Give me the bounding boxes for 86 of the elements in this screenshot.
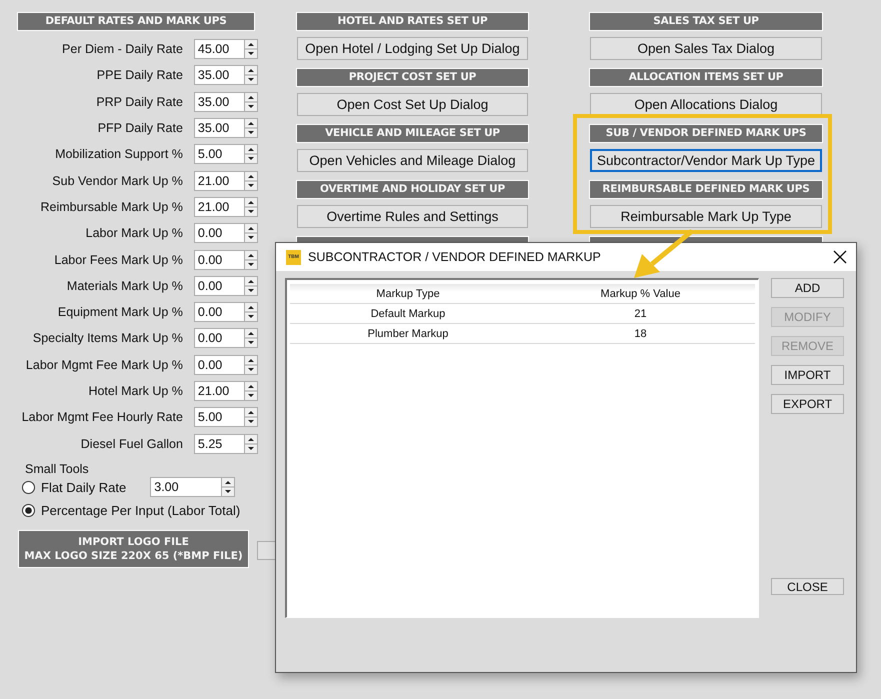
table-cell-text: 21	[633, 308, 648, 320]
dialog-button[interactable]: Open Sales Tax Dialog	[590, 37, 822, 60]
number-field[interactable]: 21.00	[194, 196, 244, 217]
dialog-button[interactable]: Reimbursable Mark Up Type	[590, 205, 822, 228]
dialog-button[interactable]: Subcontractor/Vendor Mark Up Type	[590, 149, 822, 172]
table-cell-text: Plumber Markup	[366, 328, 450, 340]
spin-button[interactable]	[244, 302, 258, 322]
dialog-button[interactable]: Open Allocations Dialog	[590, 93, 822, 116]
number-field[interactable]: 5.25	[194, 434, 244, 454]
number-field[interactable]: 0.00	[194, 302, 244, 322]
section-header: HOTEL AND RATES SET UP	[297, 13, 528, 30]
number-field[interactable]: 0.00	[194, 250, 244, 270]
close-button[interactable]: CLOSE	[771, 578, 844, 595]
dialog-button[interactable]: Overtime Rules and Settings	[297, 205, 528, 228]
callout-arrow	[634, 229, 694, 278]
number-field[interactable]: 35.00	[194, 118, 244, 138]
section-header: SUB / VENDOR DEFINED MARK UPS	[590, 125, 822, 142]
field-label: Specialty Items Mark Up %	[32, 331, 183, 346]
column-header: Markup % Value	[600, 288, 682, 300]
number-field[interactable]: 45.00	[194, 39, 244, 60]
field-label: Reimbursable Mark Up %	[40, 200, 183, 214]
spin-button[interactable]	[221, 477, 236, 498]
field-label: Labor Mgmt Fee Hourly Rate	[20, 410, 183, 424]
spin-button[interactable]	[244, 118, 258, 138]
close-icon[interactable]	[832, 249, 848, 265]
radio-button[interactable]	[22, 504, 35, 517]
dialog-button[interactable]: ADD	[771, 278, 844, 298]
field-label: Diesel Fuel Gallon	[80, 436, 183, 451]
dialog-button[interactable]: Open Cost Set Up Dialog	[297, 93, 528, 116]
field-label: Mobilization Support %	[54, 147, 183, 162]
field-label: PPE Daily Rate	[96, 68, 183, 82]
dialog-title: SUBCONTRACTOR / VENDOR DEFINED MARKUP	[308, 250, 601, 264]
field-label: Labor Mgmt Fee Mark Up %	[24, 358, 183, 372]
spin-button[interactable]	[244, 144, 258, 164]
dialog-button[interactable]: Open Vehicles and Mileage Dialog	[297, 149, 528, 172]
number-field[interactable]: 35.00	[194, 92, 244, 112]
field-label: PRP Daily Rate	[95, 94, 183, 109]
spin-button[interactable]	[244, 354, 258, 375]
section-header: SALES TAX SET UP	[590, 13, 822, 30]
field-label: Equipment Mark Up %	[56, 305, 183, 320]
radio-label: Flat Daily Rate	[41, 480, 126, 495]
section-header: PROJECT COST SET UP	[297, 69, 528, 86]
spin-button[interactable]	[244, 328, 258, 348]
import-logo-button[interactable]: IMPORT LOGO FILE MAX LOGO SIZE 220X 65 (*BMP FILE)	[18, 530, 249, 568]
radio-label: Percentage Per Input (Labor Total)	[41, 502, 240, 518]
number-field[interactable]: 0.00	[194, 354, 244, 375]
number-field[interactable]: 5.00	[194, 144, 244, 164]
table-cell-text: Default Markup	[370, 308, 446, 320]
number-field[interactable]: 21.00	[194, 170, 244, 191]
number-field[interactable]: 35.00	[194, 65, 244, 86]
dialog-button[interactable]: IMPORT	[771, 365, 844, 385]
spin-button[interactable]	[244, 250, 258, 270]
spin-button[interactable]	[244, 170, 258, 191]
spin-button[interactable]	[244, 381, 258, 401]
section-header: OVERTIME AND HOLIDAY SET UP	[297, 181, 528, 198]
spin-button[interactable]	[244, 92, 258, 112]
section-header: VEHICLE AND MILEAGE SET UP	[297, 125, 528, 142]
spin-button[interactable]	[244, 434, 258, 454]
number-field[interactable]: 0.00	[194, 328, 244, 348]
spin-button[interactable]	[244, 223, 258, 244]
dialog-button[interactable]: EXPORT	[771, 394, 844, 414]
number-field[interactable]: 0.00	[194, 276, 244, 296]
field-label: Materials Mark Up %	[66, 278, 183, 293]
number-field[interactable]: 5.00	[194, 407, 244, 428]
field-label: Labor Mark Up %	[84, 226, 183, 240]
field-label: Labor Fees Mark Up %	[53, 252, 183, 267]
number-field[interactable]: 3.00	[150, 477, 222, 498]
group-label: Small Tools	[25, 462, 89, 476]
spin-button[interactable]	[244, 276, 258, 296]
spin-button[interactable]	[244, 407, 258, 428]
column-header: Markup Type	[375, 288, 441, 300]
table-cell-text: 18	[633, 328, 648, 340]
spin-button[interactable]	[244, 39, 258, 60]
section-header: DEFAULT RATES AND MARK UPS	[18, 13, 254, 30]
dialog-button[interactable]: Open Hotel / Lodging Set Up Dialog	[297, 37, 528, 60]
radio-button[interactable]	[22, 480, 35, 494]
field-label: Sub Vendor Mark Up %	[51, 174, 183, 188]
number-field[interactable]: 0.00	[194, 223, 244, 244]
spin-button[interactable]	[244, 196, 258, 217]
field-label: Per Diem - Daily Rate	[61, 42, 183, 56]
section-header: ALLOCATION ITEMS SET UP	[590, 69, 822, 86]
number-field[interactable]: 21.00	[194, 381, 244, 401]
field-label: Hotel Mark Up %	[87, 384, 183, 398]
spin-button[interactable]	[244, 65, 258, 86]
field-label: PFP Daily Rate	[96, 121, 183, 136]
section-header: REIMBURSABLE DEFINED MARK UPS	[590, 181, 822, 198]
